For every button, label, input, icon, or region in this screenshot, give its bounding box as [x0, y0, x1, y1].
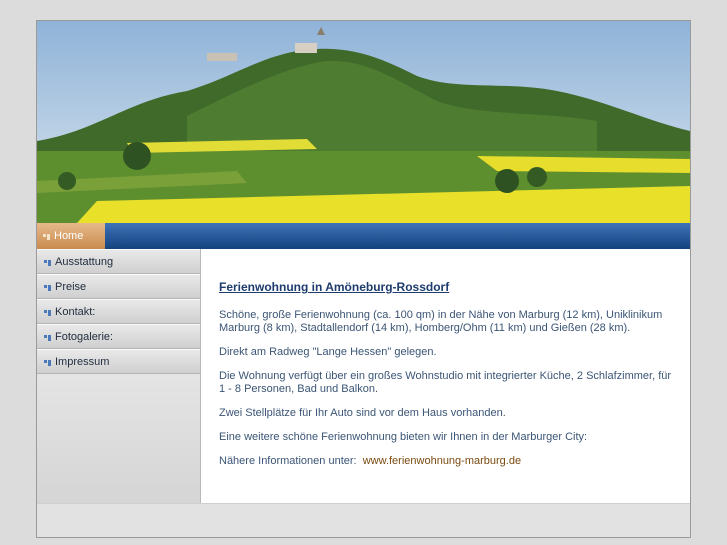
bullet-icon	[44, 333, 52, 341]
parking-paragraph: Zwei Stellplätze für Ihr Auto sind vor d…	[219, 407, 506, 419]
more-info-prefix: Nähere Informationen unter:	[219, 455, 357, 467]
sidebar-item-fotogalerie[interactable]: Fotogalerie:	[37, 324, 200, 349]
sidebar-item-label: Kontakt:	[55, 305, 96, 318]
sidebar-item-label: Preise	[55, 280, 87, 293]
sidebar-item-kontakt[interactable]: Kontakt:	[37, 299, 200, 324]
intro-paragraph: Schöne, große Ferienwohnung (ca. 100 qm)…	[219, 309, 663, 334]
bullet-icon	[43, 232, 51, 240]
other-apartment-paragraph: Eine weitere schöne Ferienwohnung bieten…	[219, 431, 588, 443]
nav-tab-home-label: Home	[54, 230, 84, 242]
sidebar-item-label: Fotogalerie:	[55, 330, 114, 343]
bullet-icon	[44, 308, 52, 316]
top-navigation-bar: Home	[37, 223, 690, 249]
more-info-paragraph: Nähere Informationen unter: www.ferienwo…	[219, 455, 672, 468]
sidebar-navigation: Ausstattung Preise Kontakt: Fotogalerie:…	[37, 249, 201, 503]
sidebar-item-preise[interactable]: Preise	[37, 274, 200, 299]
sidebar-item-impressum[interactable]: Impressum	[37, 349, 200, 374]
bullet-icon	[44, 283, 52, 291]
apartment-paragraph: Die Wohnung verfügt über ein großes Wohn…	[219, 370, 672, 395]
external-website-link[interactable]: www.ferienwohnung-marburg.de	[363, 455, 521, 467]
sidebar-item-label: Impressum	[55, 355, 110, 368]
nav-tab-home[interactable]: Home	[37, 223, 105, 249]
sidebar-item-ausstattung[interactable]: Ausstattung	[37, 249, 200, 274]
page-title: Ferienwohnung in Amöneburg-Rossdorf	[219, 280, 450, 294]
sidebar-item-label: Ausstattung	[55, 255, 114, 268]
bullet-icon	[44, 258, 52, 266]
location-paragraph: Direkt am Radweg "Lange Hessen" gelegen.	[219, 346, 437, 358]
bullet-icon	[44, 358, 52, 366]
page-frame: Home Ausstattung Preise Kontakt: Fotogal…	[36, 20, 691, 538]
main-content: Ferienwohnung in Amöneburg-Rossdorf Schö…	[201, 249, 690, 503]
landscape-illustration	[37, 21, 690, 223]
footer	[37, 503, 690, 537]
header-banner-image	[37, 21, 690, 223]
